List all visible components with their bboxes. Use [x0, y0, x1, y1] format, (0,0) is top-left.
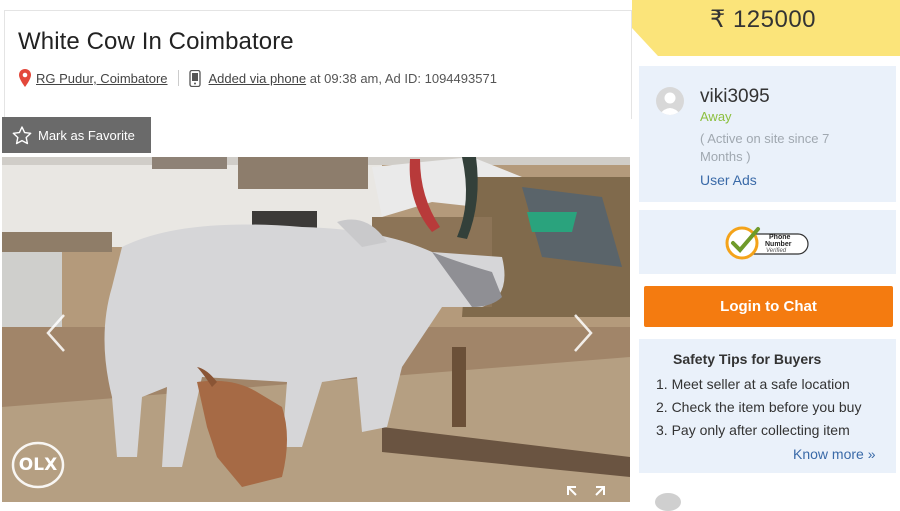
- login-to-chat-button[interactable]: Login to Chat: [644, 286, 893, 327]
- know-more-link[interactable]: Know more »: [793, 446, 875, 462]
- safety-tips-list: 1. Meet seller at a safe location 2. Che…: [656, 376, 861, 445]
- mark-favorite-label: Mark as Favorite: [38, 127, 135, 143]
- listing-title: White Cow In Coimbatore: [18, 28, 294, 55]
- previous-image-arrow-icon[interactable]: [42, 313, 72, 353]
- mark-favorite-button[interactable]: Mark as Favorite: [2, 117, 151, 153]
- listing-header: White Cow In Coimbatore RG Pudur, Coimba…: [4, 10, 632, 119]
- listing-meta: RG Pudur, Coimbatore Added via phone at …: [18, 69, 497, 87]
- verified-line2: Number: [765, 241, 792, 248]
- safety-tip: 2. Check the item before you buy: [656, 399, 862, 415]
- safety-tip: 1. Meet seller at a safe location: [656, 376, 850, 392]
- verified-line1: Phone: [769, 234, 791, 241]
- user-ads-link[interactable]: User Ads: [700, 172, 757, 188]
- user-silhouette-icon: [659, 92, 681, 115]
- added-via-phone: Added via phone: [208, 70, 307, 86]
- star-outline-icon: [12, 125, 32, 144]
- next-section-avatar: [655, 493, 681, 511]
- safety-tips-title: Safety Tips for Buyers: [673, 351, 822, 367]
- price-value: ₹ 125000: [710, 6, 817, 33]
- phone-verified-badge: Phone Number Verified: [724, 225, 810, 261]
- location-pin-icon: [19, 69, 31, 87]
- seller-name[interactable]: viki3095: [700, 86, 770, 108]
- safety-tips-card: Safety Tips for Buyers 1. Meet seller at…: [639, 339, 896, 473]
- expand-image-icon[interactable]: [566, 485, 606, 502]
- cow-photo-image: [2, 157, 630, 502]
- location-link[interactable]: RG Pudur, Coimbatore: [36, 71, 168, 86]
- mobile-phone-icon: [188, 69, 201, 87]
- seller-card: viki3095 Away ( Active on site since 7 M…: [639, 66, 896, 202]
- meta-divider: [177, 70, 179, 86]
- seller-status: Away: [700, 109, 732, 124]
- verified-line3: Verified: [766, 248, 787, 254]
- olx-watermark: OLX: [11, 441, 65, 489]
- ad-time-and-id: at 09:38 am, Ad ID: 1094493571: [306, 70, 497, 86]
- listing-photo[interactable]: [2, 157, 630, 502]
- safety-tip: 3. Pay only after collecting item: [656, 422, 850, 438]
- next-image-arrow-icon[interactable]: [567, 313, 597, 353]
- seller-avatar[interactable]: [656, 87, 684, 115]
- phone-verified-card: Phone Number Verified: [639, 210, 896, 274]
- seller-active-since: ( Active on site since 7 Months ): [700, 131, 830, 164]
- olx-logo-text: OLX: [18, 455, 58, 475]
